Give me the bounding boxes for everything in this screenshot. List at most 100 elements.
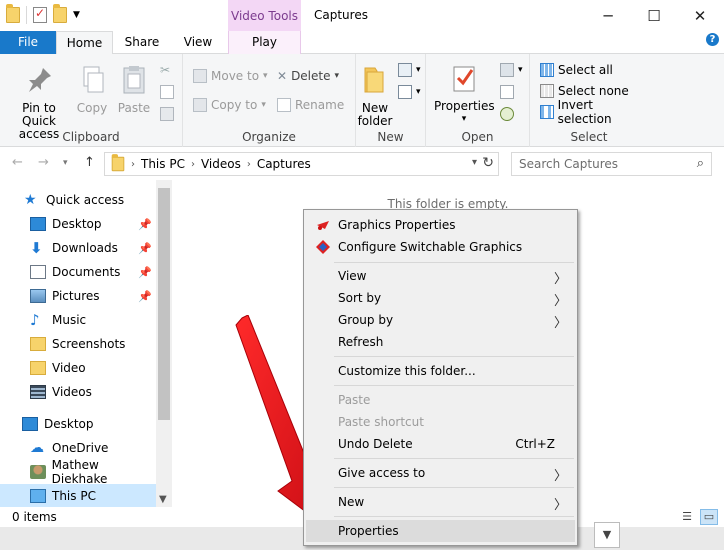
organize-group-label: Organize (242, 130, 296, 144)
cut-icon[interactable]: ✂ (160, 60, 170, 80)
properties-icon[interactable] (33, 6, 47, 23)
new-folder-icon[interactable] (53, 4, 67, 23)
chevron-right-icon: 〉 (553, 469, 567, 484)
refresh-icon[interactable]: ↻ (482, 155, 494, 171)
tab-play[interactable]: Play (228, 31, 301, 54)
menu-item-graphics-properties[interactable]: Graphics Properties (306, 214, 575, 236)
paste-button[interactable]: Paste (114, 64, 154, 115)
sidebar-item-video[interactable]: Video (0, 356, 156, 380)
copy-path-icon[interactable] (160, 82, 174, 102)
sidebar-item-desktop[interactable]: Desktop 📌 (0, 212, 156, 236)
copy-to-icon (193, 98, 207, 112)
sidebar-item-quick-access[interactable]: ★ Quick access (0, 188, 156, 212)
move-to-button[interactable]: Move to ▾ (193, 66, 268, 86)
menu-item-new[interactable]: New 〉 (306, 491, 575, 513)
address-bar[interactable]: › This PC › Videos › Captures ▾ ↻ (104, 152, 499, 176)
easy-access-button[interactable]: ▾ (398, 82, 421, 102)
sidebar-item-label: OneDrive (52, 441, 109, 455)
divider (26, 6, 27, 24)
open-button[interactable]: ▾ (500, 60, 523, 80)
tab-file[interactable]: File (0, 31, 56, 54)
copy-to-button[interactable]: Copy to ▾ (193, 95, 266, 115)
music-icon: ♪ (30, 311, 40, 329)
menu-item-properties[interactable]: Properties (306, 520, 575, 542)
breadcrumb-captures[interactable]: Captures (257, 157, 311, 171)
properties-button[interactable]: Properties ▾ (434, 62, 495, 126)
menu-item-group-by[interactable]: Group by 〉 (306, 309, 575, 331)
menu-item-undo-delete[interactable]: Undo Delete Ctrl+Z (306, 433, 575, 455)
folder-icon (6, 4, 20, 23)
up-arrow-icon[interactable]: ↑ (84, 155, 95, 170)
select-all-button[interactable]: Select all (540, 60, 613, 80)
menu-item-configure-switchable-graphics[interactable]: Configure Switchable Graphics (306, 236, 575, 258)
search-input[interactable]: Search Captures ⌕ (511, 152, 712, 176)
tab-share[interactable]: Share (119, 31, 165, 54)
sidebar-item-onedrive[interactable]: ☁ OneDrive (0, 436, 156, 460)
close-button[interactable]: ✕ (677, 0, 723, 31)
scrollbar-thumb[interactable] (158, 188, 170, 420)
pin-icon[interactable]: 📌 (138, 290, 152, 303)
search-placeholder: Search Captures (519, 157, 619, 171)
move-to-icon (193, 69, 207, 83)
menu-item-label: Paste shortcut (338, 415, 424, 429)
rename-button[interactable]: Rename (277, 95, 344, 115)
sidebar-item-screenshots[interactable]: Screenshots (0, 332, 156, 356)
sidebar-item-videos[interactable]: Videos (0, 380, 156, 404)
pin-icon[interactable]: 📌 (138, 242, 152, 255)
details-view-icon[interactable]: ☰ (678, 509, 696, 525)
address-dropdown-icon[interactable]: ▾ (472, 157, 477, 168)
minimize-button[interactable]: ─ (585, 0, 631, 31)
select-group-label: Select (570, 130, 608, 144)
menu-item-paste[interactable]: Paste (306, 389, 575, 411)
select-none-icon (540, 84, 554, 98)
sidebar-item-user[interactable]: Mathew Diekhake (0, 458, 156, 486)
paste-shortcut-icon[interactable] (160, 104, 174, 124)
pin-icon (23, 64, 55, 96)
invert-selection-button[interactable]: Invert selection (540, 98, 648, 126)
edit-button[interactable] (500, 82, 514, 102)
sidebar-item-documents[interactable]: Documents 📌 (0, 260, 156, 284)
select-group: Select all Select none Invert selection … (530, 54, 648, 147)
help-icon[interactable]: ? (706, 33, 719, 46)
menu-item-paste-shortcut[interactable]: Paste shortcut (306, 411, 575, 433)
history-button[interactable] (500, 104, 514, 124)
new-item-button[interactable]: ▾ (398, 60, 421, 80)
menu-item-sort-by[interactable]: Sort by 〉 (306, 287, 575, 309)
breadcrumb-this-pc[interactable]: This PC (141, 157, 185, 171)
scroll-down-icon[interactable]: ▼ (159, 494, 167, 505)
menu-separator (334, 516, 574, 517)
sidebar-item-pictures[interactable]: Pictures 📌 (0, 284, 156, 308)
menu-item-give-access-to[interactable]: Give access to 〉 (306, 462, 575, 484)
sidebar-item-downloads[interactable]: ⬇ Downloads 📌 (0, 236, 156, 260)
new-folder-icon (359, 64, 391, 96)
customize-toolbar-icon[interactable]: ▼ (73, 10, 80, 20)
copy-button[interactable]: Copy (74, 64, 110, 115)
recent-locations-icon[interactable]: ▾ (63, 158, 68, 168)
star-icon: ★ (24, 192, 37, 208)
maximize-button[interactable]: ☐ (631, 0, 677, 31)
tab-view[interactable]: View (175, 31, 221, 54)
delete-button[interactable]: ✕ Delete ▾ (277, 66, 339, 86)
menu-item-customize-folder[interactable]: Customize this folder... (306, 360, 575, 382)
navigation-scrollbar[interactable]: ▼ (156, 180, 172, 507)
tab-home[interactable]: Home (56, 31, 113, 55)
menu-item-label: View (338, 269, 367, 283)
organize-group: Move to ▾ ✕ Delete ▾ Copy to ▾ Rename Organ… (183, 54, 356, 147)
onedrive-icon: ☁ (30, 440, 44, 456)
forward-arrow-icon[interactable]: → (38, 155, 49, 170)
breadcrumb-videos[interactable]: Videos (201, 157, 241, 171)
menu-item-view[interactable]: View 〉 (306, 265, 575, 287)
menu-item-refresh[interactable]: Refresh (306, 331, 575, 353)
sidebar-item-label: Mathew Diekhake (51, 458, 108, 486)
back-arrow-icon[interactable]: ← (12, 155, 23, 170)
new-folder-button[interactable]: New folder (356, 64, 394, 128)
pin-icon[interactable]: 📌 (138, 218, 152, 231)
sidebar-item-desktop-root[interactable]: Desktop (0, 412, 156, 436)
switchable-graphics-icon (316, 240, 330, 254)
sidebar-item-this-pc[interactable]: This PC (0, 484, 156, 508)
sidebar-item-music[interactable]: ♪ Music (0, 308, 156, 332)
large-icons-view-icon[interactable]: ▭ (700, 509, 718, 525)
search-icon[interactable]: ⌕ (697, 156, 704, 171)
pin-icon[interactable]: 📌 (138, 266, 152, 279)
chevron-down-icon[interactable]: ▼ (594, 522, 620, 548)
